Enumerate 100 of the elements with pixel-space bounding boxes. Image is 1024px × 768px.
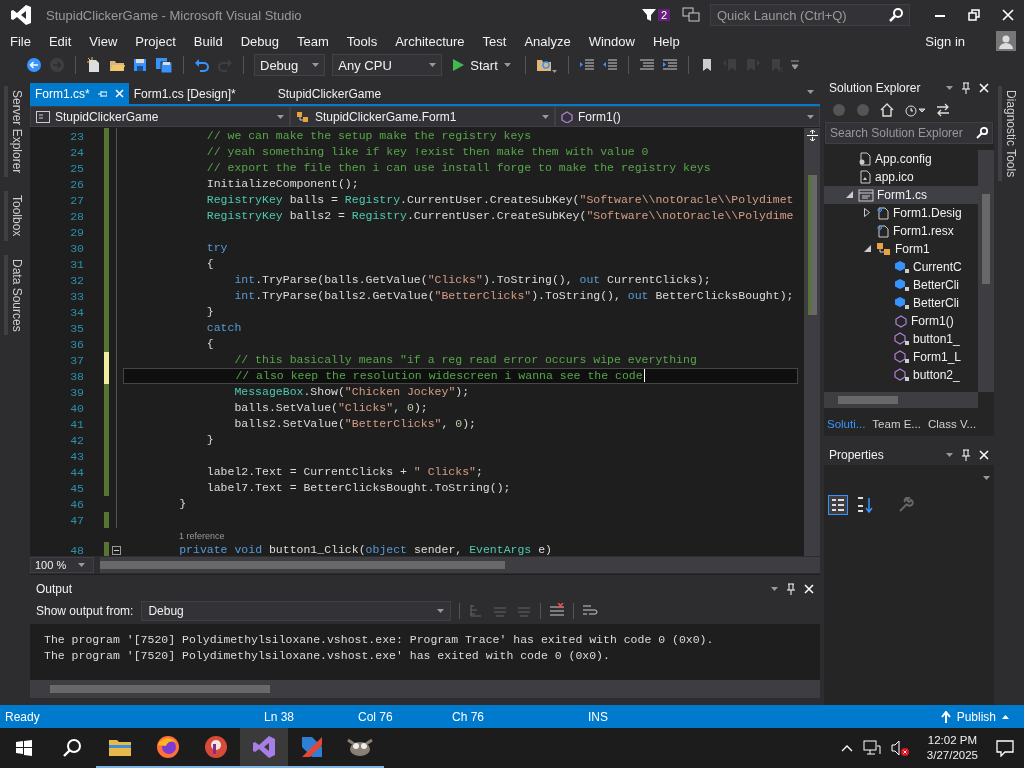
menu-item[interactable]: View xyxy=(80,31,127,51)
dropdown[interactable]: Any CPU xyxy=(332,54,443,76)
pin-icon[interactable] xyxy=(961,449,971,461)
side-tab[interactable]: Diagnostic Tools xyxy=(998,86,1020,182)
close-icon[interactable] xyxy=(979,450,989,460)
reference-count[interactable]: 1 reference xyxy=(179,531,225,542)
speaker-muted-icon[interactable] xyxy=(890,740,909,756)
tree-item[interactable]: App.config xyxy=(824,149,978,168)
char-indicator: Ch 76 xyxy=(452,709,486,724)
filter-icon[interactable] xyxy=(641,8,656,22)
side-tab[interactable]: Data Sources xyxy=(4,254,26,336)
search-field[interactable]: Search Solution Explorer xyxy=(825,121,993,144)
horizontal-scrollbar[interactable] xyxy=(100,557,820,573)
round-logo-icon xyxy=(204,735,228,759)
expanded-arrow-icon[interactable] xyxy=(845,191,853,199)
chevron-up-icon[interactable] xyxy=(840,744,853,752)
horizontal-scrollbar[interactable] xyxy=(30,680,820,698)
menu-item[interactable]: Help xyxy=(643,31,689,51)
collapsed-arrow-icon[interactable] xyxy=(864,208,870,218)
comment-lines-icon[interactable] xyxy=(638,57,655,73)
folder-search-icon[interactable] xyxy=(535,57,558,73)
menu-item[interactable]: Team xyxy=(288,31,338,51)
undo-icon[interactable] xyxy=(194,57,210,73)
indent-icon[interactable] xyxy=(578,57,595,73)
menu-item[interactable]: Window xyxy=(579,31,644,51)
quick-launch-field[interactable]: Quick Launch (Ctrl+Q) xyxy=(710,4,910,26)
menu-item[interactable]: Tools xyxy=(337,31,387,51)
code-line: InitializeComponent(); xyxy=(205,176,359,192)
tree-item[interactable]: Form1.resx xyxy=(824,221,978,240)
tree-item[interactable]: app.ico xyxy=(824,167,978,186)
navigation-dropdown[interactable]: StupidClickerGame.Form1 xyxy=(290,106,555,127)
expanded-arrow-icon[interactable] xyxy=(863,245,871,253)
zoom-dropdown[interactable]: 100 % xyxy=(30,557,94,573)
publish-button[interactable]: Publish xyxy=(940,709,1009,724)
tree-item[interactable]: Form1.Desig xyxy=(824,203,978,222)
panel-tab[interactable]: Class V... xyxy=(924,416,980,433)
editor-tab[interactable]: StupidClickerGame xyxy=(272,83,387,104)
wrench-icon[interactable] xyxy=(898,497,914,513)
history-icon[interactable] xyxy=(904,102,926,117)
vertical-scrollbar[interactable] xyxy=(804,128,820,556)
tree-item[interactable]: Form1_L xyxy=(824,347,978,366)
menu-item[interactable]: Analyze xyxy=(515,31,580,51)
menu-item[interactable]: Architecture xyxy=(386,31,474,51)
editor-tab[interactable]: Form1.cs [Design]* xyxy=(128,83,241,104)
close-icon[interactable] xyxy=(979,82,989,93)
dropdown[interactable]: Debug xyxy=(254,54,326,76)
tree-item[interactable]: BetterCli xyxy=(824,275,978,294)
save-all-icon[interactable] xyxy=(155,57,173,73)
sign-in-link[interactable]: Sign in xyxy=(916,31,974,51)
pin-icon[interactable] xyxy=(786,583,796,595)
close-icon[interactable] xyxy=(804,584,814,594)
line-number: 27 xyxy=(69,193,85,207)
close-tab-icon[interactable] xyxy=(114,89,124,98)
output-source-dropdown[interactable]: Debug xyxy=(141,601,452,621)
notifications-icon[interactable] xyxy=(996,739,1014,757)
horizontal-scrollbar[interactable] xyxy=(824,392,978,409)
clock-date[interactable]: 3/27/2025 xyxy=(926,748,978,763)
navigation-dropdown[interactable]: StupidClickerGame xyxy=(30,106,290,127)
menu-item[interactable]: Project xyxy=(126,31,185,51)
save-icon[interactable] xyxy=(132,57,148,73)
pin-icon[interactable] xyxy=(961,81,971,94)
restore-icon[interactable] xyxy=(968,9,980,21)
sync-icon[interactable] xyxy=(936,102,950,117)
editor-tab[interactable]: Form1.cs* xyxy=(30,83,129,104)
tree-item[interactable]: button1_ xyxy=(824,329,978,348)
start-button[interactable]: Start xyxy=(449,54,515,76)
collapse-icon[interactable] xyxy=(111,546,121,555)
tree-item[interactable]: CurrentC xyxy=(824,257,978,276)
home-icon[interactable] xyxy=(880,102,894,117)
split-icon[interactable] xyxy=(806,130,818,141)
side-tab[interactable]: Server Explorer xyxy=(4,86,26,178)
clear-all-icon[interactable] xyxy=(549,603,566,619)
feedback-icon[interactable] xyxy=(682,7,700,23)
tree-item[interactable]: Form1.cs xyxy=(824,185,978,204)
tree-item[interactable]: button2_ xyxy=(824,365,978,384)
vertical-scrollbar[interactable] xyxy=(978,149,994,393)
panel-tab[interactable]: Team E... xyxy=(869,416,924,433)
menu-item[interactable]: Build xyxy=(184,31,232,51)
overflow-icon[interactable] xyxy=(790,60,799,70)
tree-item[interactable]: BetterCli xyxy=(824,293,978,312)
tree-item[interactable]: Form1() xyxy=(824,311,978,330)
menu-item[interactable]: Debug xyxy=(231,31,288,51)
categorized-icon[interactable] xyxy=(828,495,848,515)
menu-item[interactable]: Edit xyxy=(39,31,81,51)
network-icon[interactable] xyxy=(862,740,881,756)
side-tab[interactable]: Toolbox xyxy=(4,191,26,241)
navigation-dropdown[interactable]: Form1() xyxy=(555,106,820,127)
clock-time[interactable]: 12:02 PM xyxy=(927,733,978,748)
tree-item[interactable]: Form1 xyxy=(824,239,978,258)
menu-item[interactable]: File xyxy=(1,31,40,51)
new-project-icon[interactable] xyxy=(86,57,102,73)
scrollbar-thumb[interactable] xyxy=(807,175,817,315)
sort-icon[interactable] xyxy=(856,496,874,514)
line-number: 29 xyxy=(69,225,85,239)
close-icon[interactable] xyxy=(1002,9,1014,21)
account-icon[interactable] xyxy=(996,31,1016,51)
back-icon[interactable] xyxy=(26,57,42,73)
outdent-icon[interactable] xyxy=(601,57,618,73)
menu-item[interactable]: Test xyxy=(473,31,516,51)
uncomment-lines-icon[interactable] xyxy=(661,57,678,73)
